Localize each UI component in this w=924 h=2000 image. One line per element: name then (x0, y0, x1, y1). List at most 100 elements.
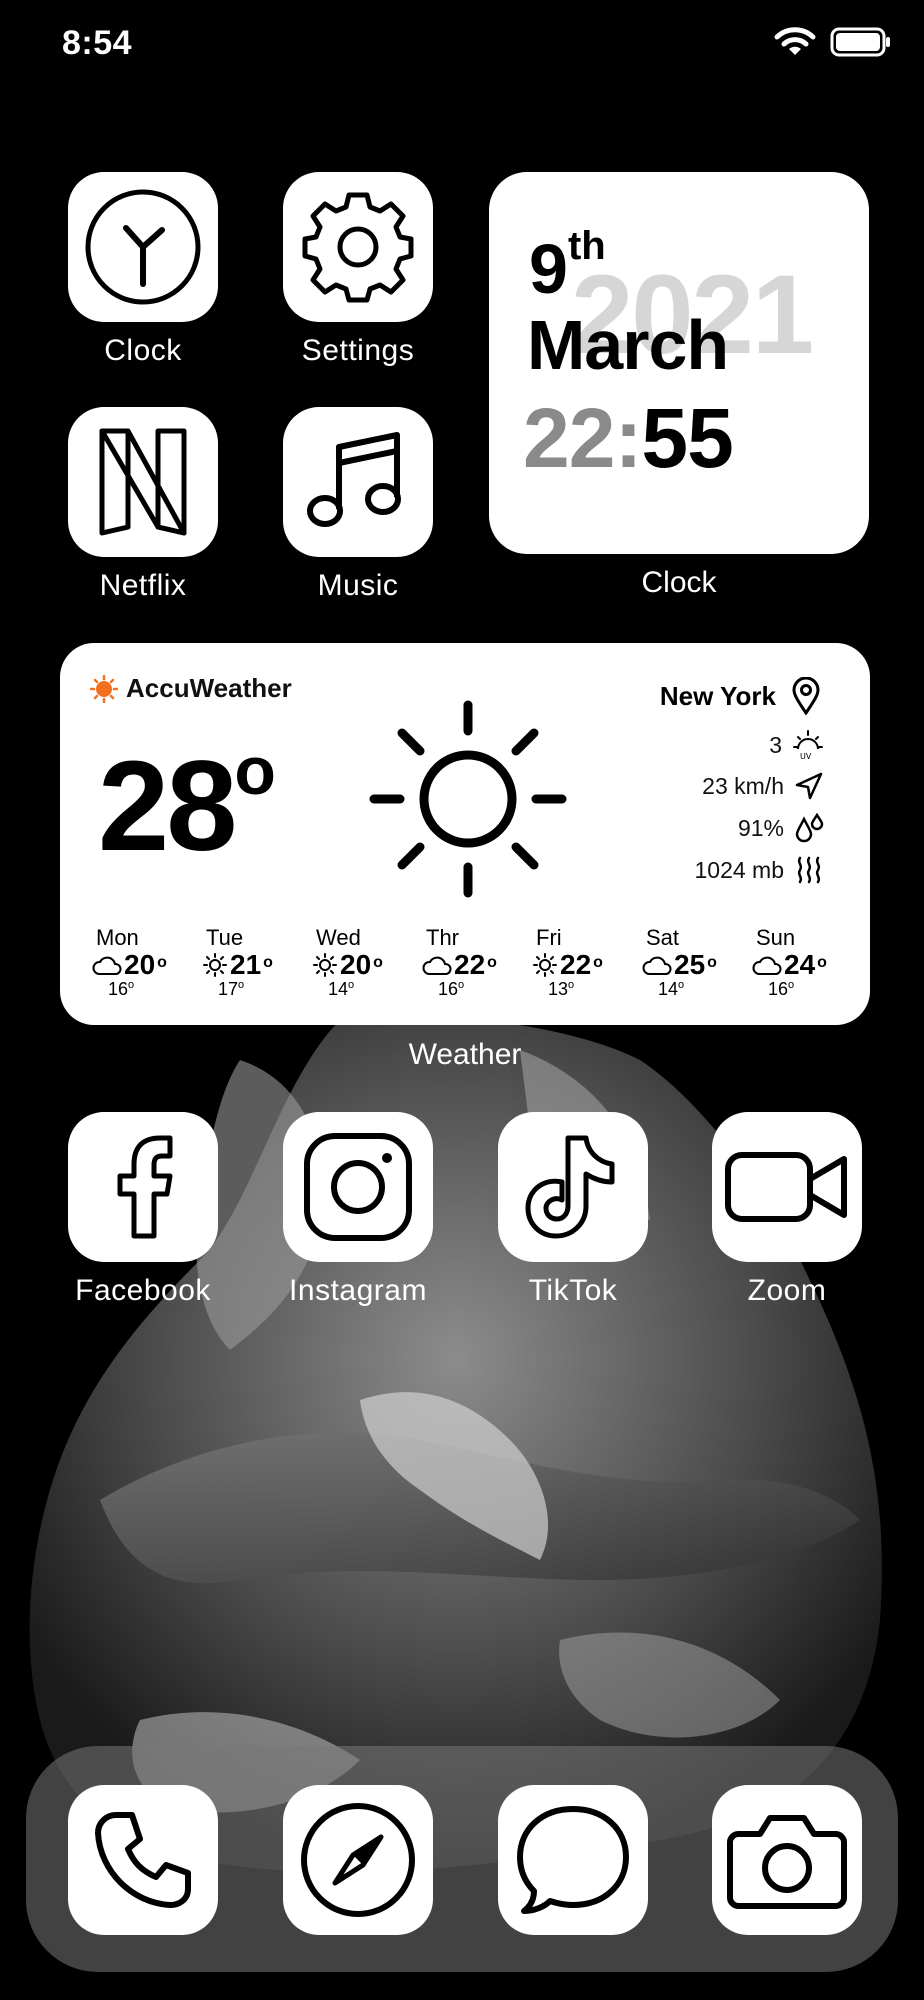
safari-app-tile[interactable] (283, 1785, 433, 1935)
clock-app-tile[interactable] (68, 172, 218, 322)
dock-app-camera[interactable] (712, 1785, 862, 1935)
status-icons (774, 26, 892, 58)
forecast-low-value: 16 (438, 979, 459, 999)
forecast-day-name: Sat (646, 925, 680, 950)
app-instagram[interactable]: Instagram (283, 1112, 433, 1308)
clock-widget-hours: 22 (523, 391, 615, 485)
clock-widget-month: March (527, 306, 729, 384)
forecast-day: Fri 22 o 13o (532, 925, 632, 1000)
forecast-low: 14o (658, 979, 742, 1000)
forecast-low-value: 14 (328, 979, 349, 999)
forecast-day-name: Fri (536, 925, 562, 950)
degree-mark: o (593, 954, 603, 971)
forecast-high: 22 o (422, 951, 522, 979)
cloud-icon (642, 956, 672, 975)
app-netflix[interactable]: Netflix (68, 407, 218, 603)
forecast-day-name: Sun (756, 925, 796, 950)
forecast-high-value: 20 (124, 949, 156, 980)
phone-icon (95, 1812, 191, 1908)
svg-text:UV: UV (800, 752, 812, 761)
gear-icon (302, 192, 414, 303)
humidity-stat: 91% (738, 813, 824, 843)
app-settings[interactable]: Settings (283, 172, 433, 368)
app-label: Settings (301, 334, 415, 367)
forecast-high: 20 o (92, 951, 192, 979)
dock-app-phone[interactable] (68, 1785, 218, 1935)
degree-mark: o (568, 979, 575, 991)
forecast-day-name: Wed (316, 925, 361, 950)
clock-widget-minutes: 55 (641, 391, 733, 485)
zoom-app-tile[interactable] (712, 1112, 862, 1262)
app-clock[interactable]: Clock (68, 172, 218, 368)
forecast-day: Sun 24 o 16o (752, 925, 852, 1000)
forecast-high-value: 22 (454, 949, 486, 980)
navigation-arrow-icon (795, 772, 823, 800)
degree-mark: o (263, 954, 273, 971)
app-label: Clock (104, 334, 182, 367)
cloud-icon (422, 956, 452, 975)
dock-app-safari[interactable] (283, 1785, 433, 1935)
forecast-high: 25 o (642, 951, 742, 979)
compass-icon (301, 1803, 415, 1917)
phone-app-tile[interactable] (68, 1785, 218, 1935)
forecast-day-name: Mon (96, 925, 139, 950)
forecast-low: 16o (768, 979, 852, 1000)
cloud-icon (752, 956, 782, 975)
forecast-high: 21 o (202, 951, 302, 979)
forecast-low-value: 14 (658, 979, 679, 999)
forecast-low-value: 17 (218, 979, 239, 999)
app-label: Netflix (99, 569, 187, 602)
degree-mark: o (238, 979, 245, 991)
forecast-low-value: 13 (548, 979, 569, 999)
day-suffix: th (567, 224, 606, 268)
app-tiktok[interactable]: TikTok (498, 1112, 648, 1308)
degree-mark: o (678, 979, 685, 991)
current-temp-value: 28 (98, 735, 237, 878)
forecast-high-value: 25 (674, 949, 706, 980)
forecast-day: Thr 22 o 16o (422, 925, 522, 1000)
forecast-high: 20 o (312, 951, 412, 979)
water-drops-icon (795, 813, 824, 843)
status-time: 8:54 (62, 24, 133, 62)
degree-mark: o (373, 954, 383, 971)
settings-app-tile[interactable] (283, 172, 433, 322)
forecast-day: Sat 25 o 14o (642, 925, 742, 1000)
clock-widget-time: 22:55 (523, 396, 734, 480)
app-music[interactable]: Music (283, 407, 433, 603)
weather-widget-label: Weather (408, 1038, 522, 1071)
forecast-high-value: 20 (340, 949, 372, 980)
app-label: Instagram (289, 1274, 427, 1307)
degree-mark: o (234, 733, 276, 809)
cloud-icon (92, 956, 122, 975)
messages-app-tile[interactable] (498, 1785, 648, 1935)
camera-app-tile[interactable] (712, 1785, 862, 1935)
app-zoom[interactable]: Zoom (712, 1112, 862, 1308)
forecast-high-value: 22 (560, 949, 592, 980)
forecast-low: 16o (108, 979, 192, 1000)
instagram-app-tile[interactable] (283, 1112, 433, 1262)
uv-index-stat: 3 UV (769, 729, 824, 761)
netflix-app-tile[interactable] (68, 407, 218, 557)
app-facebook[interactable]: Facebook (68, 1112, 218, 1308)
forecast-high-value: 21 (230, 949, 262, 980)
forecast-day: Tue 21 o 17o (202, 925, 302, 1000)
tiktok-app-tile[interactable] (498, 1112, 648, 1262)
forecast-day-name: Thr (426, 925, 459, 950)
sun-icon (533, 953, 557, 977)
accuweather-sun-icon (90, 674, 118, 703)
degree-mark: o (348, 979, 355, 991)
pressure-stat: 1024 mb (694, 855, 824, 885)
clock-widget[interactable]: 2021 9th March 22:55 (489, 172, 869, 554)
brand-name: AccuWeather (126, 673, 292, 703)
forecast-low: 16o (438, 979, 522, 1000)
degree-mark: o (707, 954, 717, 971)
forecast-low: 14o (328, 979, 412, 1000)
facebook-app-tile[interactable] (68, 1112, 218, 1262)
dock-app-messages[interactable] (498, 1785, 648, 1935)
forecast-high: 22 o (532, 951, 632, 979)
app-label: Zoom (747, 1274, 827, 1307)
forecast-low-value: 16 (108, 979, 129, 999)
instagram-icon (304, 1133, 412, 1241)
weather-widget[interactable]: AccuWeather 28o New York 3 UV 23 km/h 91… (60, 643, 870, 1025)
music-app-tile[interactable] (283, 407, 433, 557)
